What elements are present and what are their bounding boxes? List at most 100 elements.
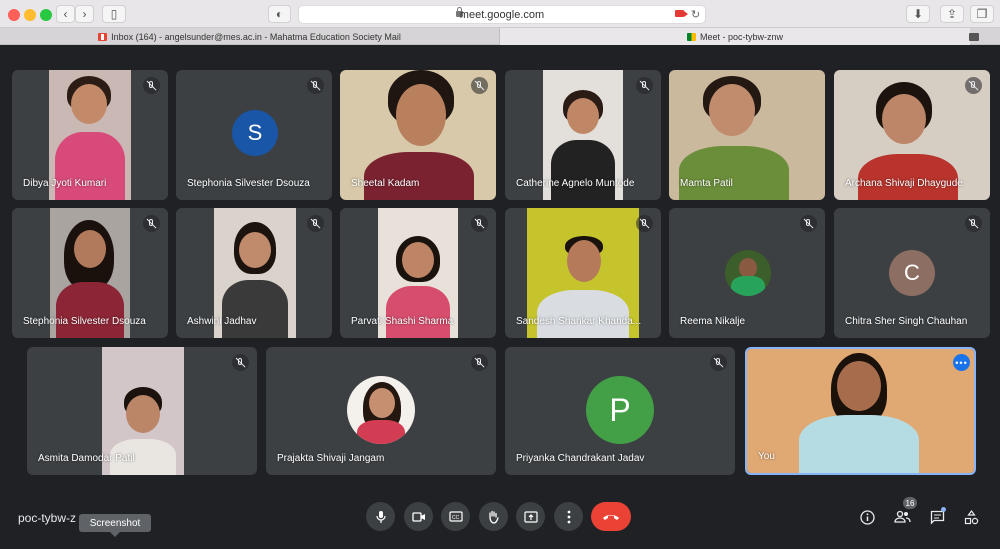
participant-tile[interactable]: S Stephonia Silvester Dsouza bbox=[176, 70, 332, 200]
participant-tile[interactable]: Sheetal Kadam bbox=[340, 70, 496, 200]
address-bar[interactable]: meet.google.com ↻ bbox=[298, 5, 706, 24]
tabs-overview-icon[interactable]: ❐ bbox=[970, 5, 994, 23]
participant-name: You bbox=[758, 451, 775, 462]
tab-bar: Inbox (164) - angelsunder@mes.ac.in - Ma… bbox=[0, 28, 1000, 45]
participant-tile[interactable]: Reema Nikalje bbox=[669, 208, 825, 338]
reload-icon[interactable]: ↻ bbox=[691, 8, 700, 21]
mic-off-icon bbox=[232, 354, 249, 371]
participant-name: Ashwini Jadhav bbox=[187, 316, 257, 327]
downloads-icon[interactable]: ⬇ bbox=[906, 5, 930, 23]
participant-tile[interactable]: Sandesh Shankar Khanda... bbox=[505, 208, 661, 338]
participant-name: Archana Shivaji Dhaygude bbox=[845, 178, 963, 189]
mic-off-icon bbox=[800, 215, 817, 232]
present-screen-icon bbox=[523, 510, 538, 523]
participant-name: Asmita Damodar Patil bbox=[38, 453, 135, 464]
tab-meet[interactable]: Meet - poc-tybw-znw bbox=[500, 28, 970, 45]
participant-tile[interactable]: Ashwini Jadhav bbox=[176, 208, 332, 338]
participant-tile[interactable]: Dibya Jyoti Kumari bbox=[12, 70, 168, 200]
mic-off-icon bbox=[710, 354, 727, 371]
avatar bbox=[347, 376, 415, 444]
screenshot-tooltip: Screenshot bbox=[79, 514, 151, 537]
participant-name: Priyanka Chandrakant Jadav bbox=[516, 453, 645, 464]
participant-video bbox=[747, 349, 974, 473]
raise-hand-button[interactable] bbox=[479, 502, 508, 531]
info-icon bbox=[859, 509, 875, 525]
participant-name: Prajakta Shivaji Jangam bbox=[277, 453, 385, 464]
mic-off-icon bbox=[636, 77, 653, 94]
activities-icon bbox=[964, 509, 978, 524]
microphone-icon bbox=[375, 510, 386, 523]
chat-notification-dot bbox=[941, 507, 946, 512]
browser-toolbar: ‹ › ▯ ◐ meet.google.com ↻ ⬇ ⇪ ❐ bbox=[0, 0, 1000, 28]
browser-window: ‹ › ▯ ◐ meet.google.com ↻ ⬇ ⇪ ❐ Inbox (1… bbox=[0, 0, 1000, 549]
microphone-button[interactable] bbox=[366, 502, 395, 531]
participant-tile[interactable]: Parvati Shashi Sharma bbox=[340, 208, 496, 338]
avatar bbox=[725, 250, 771, 296]
back-button[interactable]: ‹ bbox=[56, 5, 75, 23]
info-button[interactable] bbox=[858, 508, 876, 526]
more-options-icon[interactable]: ••• bbox=[953, 354, 970, 371]
end-call-button[interactable] bbox=[591, 502, 631, 531]
captions-icon: CC bbox=[448, 511, 463, 522]
mic-off-icon bbox=[143, 77, 160, 94]
mic-off-icon bbox=[307, 215, 324, 232]
camera-icon bbox=[411, 511, 425, 522]
captions-button[interactable]: CC bbox=[441, 502, 470, 531]
participant-tile[interactable]: Archana Shivaji Dhaygude bbox=[834, 70, 990, 200]
people-icon bbox=[893, 510, 911, 523]
participant-name: Chitra Sher Singh Chauhan bbox=[845, 316, 968, 327]
participant-name: Dibya Jyoti Kumari bbox=[23, 178, 107, 189]
minimize-window-button[interactable] bbox=[24, 9, 36, 21]
end-call-icon bbox=[603, 514, 619, 520]
meet-icon bbox=[686, 32, 696, 41]
participant-name: Parvati Shashi Sharma bbox=[351, 316, 454, 327]
participant-tile[interactable]: C Chitra Sher Singh Chauhan bbox=[834, 208, 990, 338]
tab-gmail[interactable]: Inbox (164) - angelsunder@mes.ac.in - Ma… bbox=[0, 28, 500, 45]
participant-tile[interactable]: P Priyanka Chandrakant Jadav bbox=[505, 347, 735, 475]
participant-name: Catherine Agnelo Muntode bbox=[516, 178, 635, 189]
more-options-button[interactable] bbox=[554, 502, 583, 531]
meeting-code: poc-tybw-z bbox=[18, 511, 77, 525]
gmail-icon bbox=[98, 32, 108, 41]
share-icon[interactable]: ⇪ bbox=[940, 5, 964, 23]
tab-label: Meet - poc-tybw-znw bbox=[699, 31, 784, 42]
tab-label: Inbox (164) - angelsunder@mes.ac.in - Ma… bbox=[111, 31, 401, 42]
tab-camera-icon bbox=[969, 33, 979, 41]
mic-off-icon bbox=[965, 215, 982, 232]
participant-name: Reema Nikalje bbox=[680, 316, 746, 327]
sidebar-toggle-icon[interactable]: ▯ bbox=[102, 5, 126, 23]
url-text: meet.google.com bbox=[459, 9, 545, 21]
fullscreen-window-button[interactable] bbox=[40, 9, 52, 21]
mic-off-icon bbox=[143, 215, 160, 232]
participant-name: Sandesh Shankar Khanda... bbox=[516, 316, 642, 327]
activities-button[interactable] bbox=[962, 508, 980, 526]
self-view-tile[interactable]: ••• You bbox=[745, 347, 976, 475]
avatar: C bbox=[889, 250, 935, 296]
participant-tile[interactable]: Catherine Agnelo Muntode bbox=[505, 70, 661, 200]
raise-hand-icon bbox=[489, 510, 499, 524]
participant-name: Stephonia Silvester Dsouza bbox=[187, 178, 310, 189]
mic-off-icon bbox=[636, 215, 653, 232]
people-button[interactable] bbox=[893, 508, 911, 526]
participant-tile[interactable]: Prajakta Shivaji Jangam bbox=[266, 347, 496, 475]
camera-active-icon bbox=[675, 10, 688, 17]
privacy-shield-icon[interactable]: ◐ bbox=[268, 5, 291, 23]
participant-tile[interactable]: Asmita Damodar Patil bbox=[27, 347, 257, 475]
mic-off-icon bbox=[471, 215, 488, 232]
participant-name: Sheetal Kadam bbox=[351, 178, 420, 189]
participant-name: Mamta Patil bbox=[680, 178, 733, 189]
present-screen-button[interactable] bbox=[516, 502, 545, 531]
participant-tile[interactable]: Mamta Patil bbox=[669, 70, 825, 200]
mic-off-icon bbox=[965, 77, 982, 94]
svg-text:CC: CC bbox=[452, 515, 460, 521]
more-options-icon bbox=[567, 510, 570, 523]
mic-off-icon bbox=[471, 77, 488, 94]
participant-tile[interactable]: Stephonia Silvester Dsouza bbox=[12, 208, 168, 338]
forward-button[interactable]: › bbox=[75, 5, 94, 23]
participant-name: Stephonia Silvester Dsouza bbox=[23, 316, 146, 327]
camera-button[interactable] bbox=[404, 502, 433, 531]
close-window-button[interactable] bbox=[8, 9, 20, 21]
meet-stage: Dibya Jyoti Kumari S Stephonia Silvester… bbox=[0, 46, 1000, 549]
avatar: P bbox=[586, 376, 654, 444]
avatar: S bbox=[232, 110, 278, 156]
